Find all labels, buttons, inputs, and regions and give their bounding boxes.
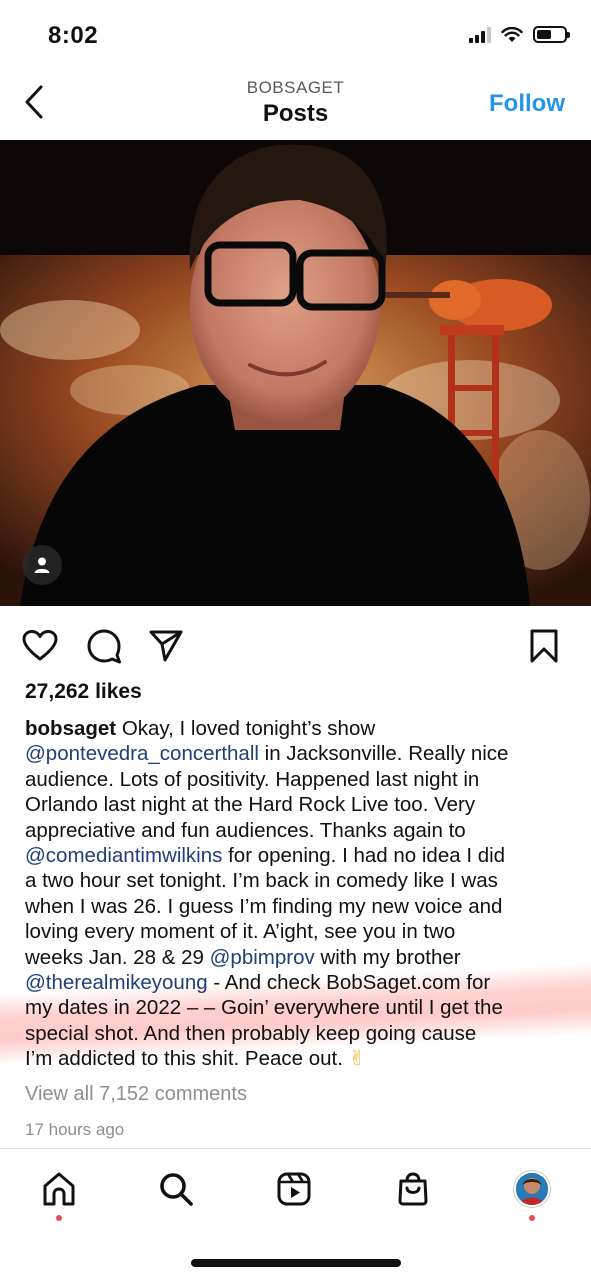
caption-text: for opening. I had no idea I did xyxy=(222,844,506,868)
search-icon xyxy=(160,1173,193,1206)
caption-text: with my brother xyxy=(314,945,461,969)
profile-avatar xyxy=(514,1171,550,1207)
comment-button[interactable] xyxy=(84,626,124,666)
caption-mention[interactable]: @pontevedra_concerthall xyxy=(25,742,259,765)
caption-mention[interactable]: @comediantimwilkins xyxy=(25,844,222,867)
home-icon xyxy=(43,1172,75,1206)
caption-line: special shot. And then probably keep goi… xyxy=(25,1021,570,1046)
bottom-nav xyxy=(0,1148,591,1280)
profile-notification-dot xyxy=(529,1215,535,1221)
caption-text: weeks Jan. 28 & 29 xyxy=(25,945,210,969)
wifi-icon xyxy=(501,26,523,42)
bookmark-icon xyxy=(530,629,558,663)
follow-button[interactable]: Follow xyxy=(489,90,565,118)
status-icons xyxy=(469,26,570,43)
post-actions xyxy=(0,606,591,684)
save-button[interactable] xyxy=(524,626,564,666)
caption-line: I’m addicted to this shit. Peace out. ✌ xyxy=(25,1046,570,1071)
nav-reels[interactable] xyxy=(274,1169,314,1209)
caption-line: Orlando last night at the Hard Rock Live… xyxy=(25,792,570,817)
caption-line: @pontevedra_concerthall in Jacksonville.… xyxy=(25,741,570,766)
caption-text: I’m addicted to this shit. Peace out. xyxy=(25,1047,349,1071)
send-icon xyxy=(149,630,183,662)
caption-text: Okay, I loved tonight’s show xyxy=(116,717,376,740)
like-count[interactable]: 27,262 likes xyxy=(25,680,142,704)
caption-line: @comediantimwilkins for opening. I had n… xyxy=(25,843,570,868)
post-image xyxy=(0,140,591,606)
comment-icon xyxy=(87,629,121,664)
caption-text: appreciative and fun audiences. Thanks a… xyxy=(25,818,466,842)
battery-icon xyxy=(533,26,570,43)
caption-line: appreciative and fun audiences. Thanks a… xyxy=(25,818,570,843)
caption-line: audience. Lots of positivity. Happened l… xyxy=(25,767,570,792)
peace-emoji-icon: ✌ xyxy=(348,1047,366,1071)
caption-text: special shot. And then probably keep goi… xyxy=(25,1021,477,1045)
post-timestamp: 17 hours ago xyxy=(25,1120,125,1139)
post-header: BOBSAGET Posts Follow xyxy=(0,70,591,140)
heart-icon xyxy=(22,630,58,661)
caption-text: when I was 26. I guess I’m finding my ne… xyxy=(25,894,503,918)
caption-line: when I was 26. I guess I’m finding my ne… xyxy=(25,894,570,919)
caption-line: loving every moment of it. A’ight, see y… xyxy=(25,919,570,944)
cellular-signal-icon xyxy=(469,26,491,43)
caption-text: in Jacksonville. Really nice xyxy=(258,742,509,766)
status-bar: 8:02 xyxy=(0,0,591,70)
tag-people-button[interactable] xyxy=(22,545,62,585)
caption-line: bobsaget Okay, I loved tonight’s show xyxy=(25,716,570,741)
home-indicator xyxy=(191,1259,401,1267)
caption-text: my dates in 2022 – – Goin’ everywhere un… xyxy=(25,996,503,1020)
caption-text: loving every moment of it. A’ight, see y… xyxy=(25,920,456,944)
caption-line: my dates in 2022 – – Goin’ everywhere un… xyxy=(25,995,570,1020)
post-caption: bobsaget Okay, I loved tonight’s show @po… xyxy=(25,716,570,1072)
post-photo[interactable] xyxy=(0,140,591,606)
status-time: 8:02 xyxy=(48,22,99,49)
person-tag-icon xyxy=(34,557,50,573)
nav-shop[interactable] xyxy=(393,1169,433,1209)
caption-text: a two hour set tonight. I’m back in come… xyxy=(25,869,498,893)
caption-line: weeks Jan. 28 & 29 @pbimprov with my bro… xyxy=(25,945,570,970)
shop-icon xyxy=(398,1172,428,1206)
caption-text: audience. Lots of positivity. Happened l… xyxy=(25,767,480,791)
nav-home[interactable] xyxy=(39,1169,79,1209)
reels-icon xyxy=(277,1172,311,1206)
share-button[interactable] xyxy=(146,626,186,666)
caption-line: @therealmikeyoung - And check BobSaget.c… xyxy=(25,970,570,995)
home-notification-dot xyxy=(56,1215,62,1221)
nav-profile[interactable] xyxy=(512,1169,552,1209)
caption-line: a two hour set tonight. I’m back in come… xyxy=(25,868,570,893)
caption-text: Orlando last night at the Hard Rock Live… xyxy=(25,793,476,817)
caption-username[interactable]: bobsaget xyxy=(25,717,116,740)
like-button[interactable] xyxy=(20,626,60,666)
caption-mention[interactable]: @pbimprov xyxy=(210,946,315,969)
caption-mention[interactable]: @therealmikeyoung xyxy=(25,971,208,994)
nav-search[interactable] xyxy=(156,1169,196,1209)
caption-text: - And check BobSaget.com for xyxy=(207,971,491,995)
view-comments-link[interactable]: View all 7,152 comments xyxy=(25,1083,247,1106)
